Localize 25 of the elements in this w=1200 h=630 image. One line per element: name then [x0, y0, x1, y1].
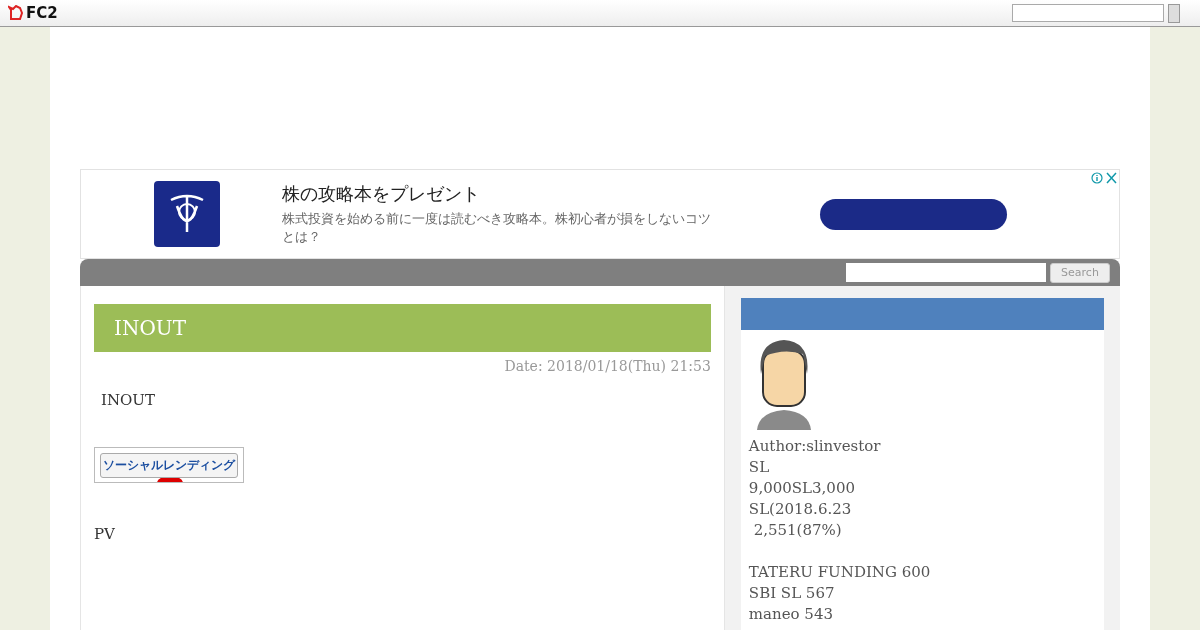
profile-text: TATERU FUNDING 600 — [748, 562, 932, 583]
lending-banner[interactable]: ソーシャルレンディング — [94, 447, 244, 483]
entry-date: Date: 2018/01/18(Thu) 21:53 — [503, 358, 711, 374]
fc2-logo-icon — [8, 5, 24, 21]
ad-cta-button[interactable] — [820, 198, 1007, 230]
entry-text: INOUT — [101, 391, 156, 409]
entry-text: PV — [94, 525, 116, 543]
ad-banner[interactable]: 株の攻略本をプレゼント 株式投資を始める前に一度は読むべき攻略本。株初心者が損をしないコツとは？ — [80, 169, 1120, 259]
author-name: Author:slinvestor — [748, 436, 882, 457]
search-field[interactable] — [846, 263, 1046, 282]
profile-text: SBI SL 567 — [748, 583, 836, 604]
search-field[interactable] — [1012, 4, 1164, 22]
profile-text: SL(2018.6.23 — [748, 499, 853, 520]
school-logo-icon — [154, 181, 220, 247]
entry-title: INOUT — [94, 304, 711, 352]
ad-description: 株式投資を始める前に一度は読むべき攻略本。株初心者が損をしないコツとは？ — [282, 210, 712, 246]
info-icon[interactable] — [1091, 172, 1103, 184]
profile-text: maneo 543 — [748, 604, 834, 625]
close-icon[interactable] — [1106, 172, 1117, 184]
profile-text: 9,000SL3,000 — [748, 478, 856, 499]
profile-text: 2,551(87%) — [752, 520, 843, 541]
profile-text: SL — [748, 457, 771, 478]
site-logo[interactable]: FC2 — [26, 4, 58, 22]
search-button[interactable] — [1168, 3, 1180, 23]
ad-headline[interactable]: 株の攻略本をプレゼント — [282, 182, 722, 206]
